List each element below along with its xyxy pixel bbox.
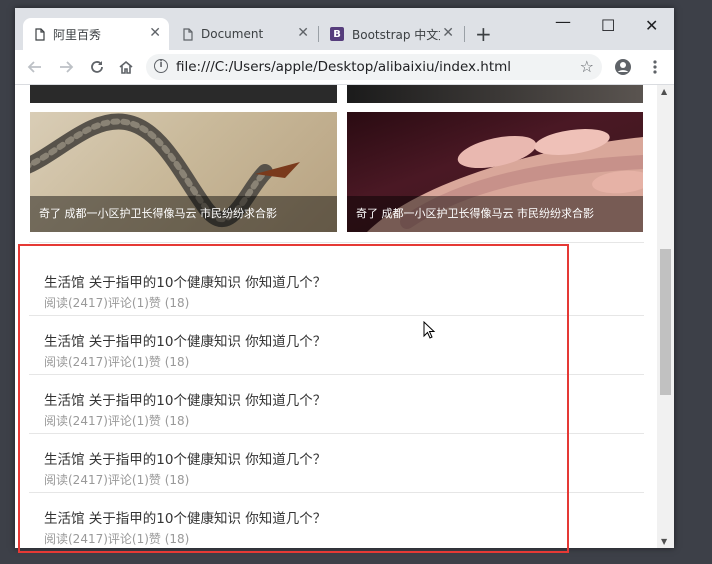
image-caption: 奇了 成都一小区护卫长得像马云 市民纷纷求合影 <box>30 196 337 232</box>
vertical-scrollbar[interactable]: ▲ ▼ <box>657 85 674 548</box>
back-button[interactable] <box>25 57 45 77</box>
close-window-button[interactable]: ✕ <box>645 16 658 35</box>
url-text[interactable]: file:///C:/Users/apple/Desktop/alibaixiu… <box>176 59 511 75</box>
scroll-up-icon[interactable]: ▲ <box>661 87 667 96</box>
info-icon[interactable]: i <box>154 59 168 73</box>
scroll-down-icon[interactable]: ▼ <box>661 537 667 546</box>
document-icon <box>183 27 193 41</box>
menu-button[interactable] <box>645 57 665 77</box>
forward-button[interactable] <box>56 57 76 77</box>
reload-icon <box>91 61 103 73</box>
tab-close-icon[interactable]: ✕ <box>442 25 454 41</box>
tab-document[interactable]: Document ✕ <box>171 18 317 50</box>
bootstrap-icon: B <box>330 27 344 41</box>
tab-close-icon[interactable]: ✕ <box>149 25 161 41</box>
image-caption: 奇了 成都一小区护卫长得像马云 市民纷纷求合影 <box>347 196 643 232</box>
tab-bootstrap[interactable]: B Bootstrap 中文文 ✕ <box>320 18 462 50</box>
arrow-left-icon <box>27 61 41 73</box>
home-icon <box>119 60 133 74</box>
image-card[interactable]: 奇了 成都一小区护卫长得像马云 市民纷纷求合影 <box>347 112 643 232</box>
image-card[interactable]: 奇了 成都一小区护卫长得像马云 市民纷纷求合影 <box>30 112 337 232</box>
section-divider <box>29 242 644 243</box>
reload-button[interactable] <box>87 57 107 77</box>
account-icon <box>615 59 631 75</box>
image-card-partial[interactable] <box>347 85 643 103</box>
tab-title: 阿里百秀 <box>53 27 102 42</box>
tab-title: Document <box>201 27 264 41</box>
image-card-partial[interactable] <box>30 85 337 103</box>
arrow-right-icon <box>60 61 74 73</box>
browser-toolbar: i file:///C:/Users/apple/Desktop/alibaix… <box>15 50 674 85</box>
tab-separator <box>464 26 465 42</box>
maximize-button[interactable]: ☐ <box>601 16 615 35</box>
scrollbar-thumb[interactable] <box>660 249 671 395</box>
address-bar[interactable]: i file:///C:/Users/apple/Desktop/alibaix… <box>146 54 602 80</box>
tab-alibaixiu[interactable]: 阿里百秀 ✕ <box>23 18 169 50</box>
tab-separator <box>318 26 319 42</box>
home-button[interactable] <box>116 57 136 77</box>
new-tab-button[interactable]: + <box>475 22 492 46</box>
bookmark-star-icon[interactable]: ☆ <box>580 57 594 76</box>
minimize-button[interactable]: — <box>555 12 571 31</box>
profile-button[interactable] <box>613 57 633 77</box>
more-vert-icon <box>653 60 657 74</box>
annotation-highlight-box <box>18 244 569 553</box>
tab-title: Bootstrap 中文文 <box>352 27 440 42</box>
tab-close-icon[interactable]: ✕ <box>297 25 309 41</box>
document-icon <box>35 27 45 41</box>
